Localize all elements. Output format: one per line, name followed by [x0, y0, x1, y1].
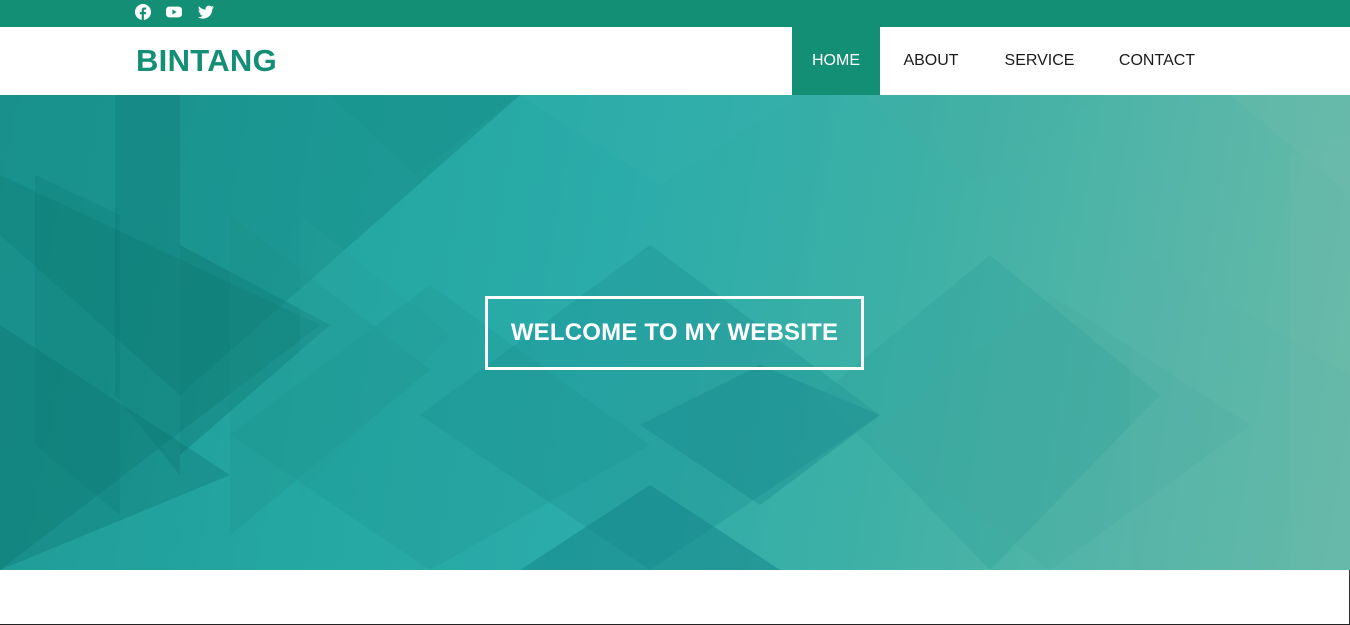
youtube-icon[interactable] [166, 4, 182, 20]
nav-item-contact[interactable]: CONTACT [1097, 27, 1217, 95]
twitter-icon[interactable] [198, 4, 214, 20]
facebook-icon[interactable] [135, 4, 151, 20]
nav-item-service[interactable]: SERVICE [982, 27, 1097, 95]
hero-banner: WELCOME TO MY WEBSITE [0, 95, 1350, 570]
welcome-button[interactable]: WELCOME TO MY WEBSITE [485, 296, 864, 370]
main-nav: HOME ABOUT SERVICE CONTACT [792, 27, 1217, 95]
brand-logo[interactable]: BINTANG [136, 43, 277, 79]
social-links [135, 4, 229, 20]
nav-item-about[interactable]: ABOUT [880, 27, 982, 95]
navbar: BINTANG HOME ABOUT SERVICE CONTACT [0, 27, 1350, 95]
top-bar [0, 0, 1350, 27]
nav-item-home[interactable]: HOME [792, 27, 880, 95]
